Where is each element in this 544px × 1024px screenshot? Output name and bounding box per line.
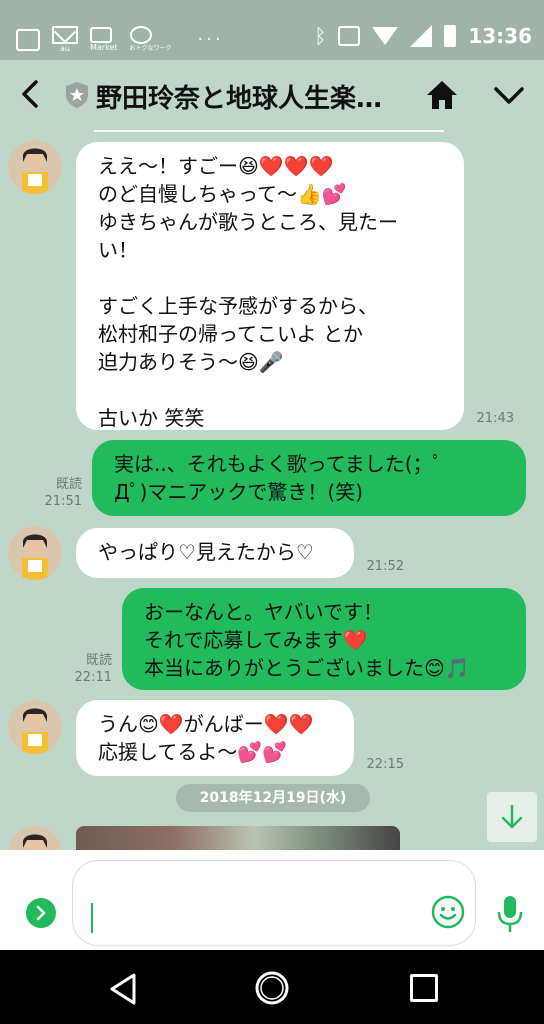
shield-star-icon (66, 82, 88, 108)
incoming-message-bubble[interactable]: うん😊❤️がんばー❤️❤️ 応援してるよ〜💕💕 (76, 700, 354, 776)
signal-icon (410, 25, 433, 47)
microphone-icon[interactable] (490, 892, 530, 936)
text-caret (91, 903, 93, 933)
smiley-icon[interactable] (430, 894, 466, 930)
nosim-icon (338, 26, 361, 46)
message-time: 21:52 (366, 559, 404, 574)
outgoing-message-bubble[interactable]: 実は..、それもよく歌ってました(；ﾟ Дﾟ)マニアックで驚き！(笑) (92, 440, 526, 516)
app-notification-icon (16, 28, 40, 51)
avatar[interactable] (8, 526, 62, 580)
photo-message[interactable] (76, 826, 400, 850)
otoku-icon: おトクなワーク (129, 26, 172, 53)
more-notifications-icon: ··· (197, 29, 224, 50)
nav-recent-apps-icon[interactable] (410, 974, 438, 1002)
date-separator: 2018年12月19日(水) (176, 784, 370, 812)
avatar[interactable] (8, 700, 62, 754)
bluetooth-icon: ᛒ (314, 24, 327, 48)
avatar[interactable] (8, 140, 62, 194)
system-status: ᛒ 13:36 (314, 24, 532, 48)
message-time: 21:43 (476, 411, 514, 426)
arrow-down-icon (501, 804, 523, 829)
wifi-icon (372, 27, 399, 45)
chevron-right-icon (36, 905, 46, 921)
chat-title[interactable]: 野田玲奈と地球人生楽… (96, 78, 396, 115)
previous-message-edge (94, 130, 444, 132)
battery-icon (444, 25, 457, 47)
market-icon: Market (90, 27, 118, 52)
mail-icon: au (52, 26, 78, 53)
nav-back-icon[interactable] (108, 972, 138, 1006)
expand-menu-button[interactable] (26, 898, 56, 928)
incoming-message-bubble[interactable]: やっぱり♡見えたから♡ (76, 528, 354, 578)
message-input-bar (0, 850, 544, 950)
message-input[interactable] (72, 860, 476, 946)
system-nav-bar (0, 950, 544, 1024)
incoming-message-bubble[interactable]: ええ〜！すごー😆❤️❤️❤️ のど自慢しちゃって〜👍💕 ゆきちゃんが歌うところ、… (76, 142, 464, 430)
chevron-down-icon[interactable] (490, 78, 528, 112)
scroll-to-bottom-button[interactable] (487, 792, 537, 842)
home-icon[interactable] (424, 78, 460, 112)
read-receipt: 既読 22:11 (74, 653, 112, 685)
back-arrow-icon[interactable] (14, 76, 50, 112)
notification-icons: au Market おトクなワーク ··· (16, 26, 224, 53)
nav-home-icon[interactable] (254, 970, 290, 1006)
read-receipt: 既読 21:51 (44, 477, 82, 509)
outgoing-message-bubble[interactable]: おーなんと。ヤバいです！ それで応募してみます❤️ 本当にありがとうございました… (122, 588, 526, 690)
message-time: 22:15 (366, 757, 404, 772)
status-time: 13:36 (468, 24, 532, 48)
chat-header: 野田玲奈と地球人生楽… (0, 60, 544, 130)
